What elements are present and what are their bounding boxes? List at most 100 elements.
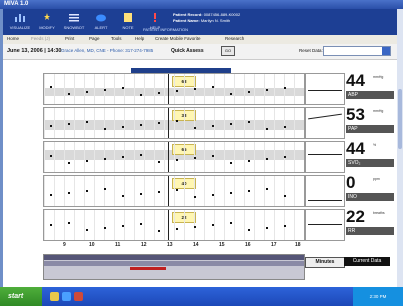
grid-line: [204, 176, 205, 206]
visualize-button[interactable]: VISUALIZE: [7, 11, 33, 33]
snowbot-button[interactable]: SNOWBOT: [61, 11, 87, 33]
go-button[interactable]: GO: [221, 46, 235, 56]
time-cursor[interactable]: [168, 176, 169, 206]
data-point: [194, 196, 196, 198]
data-point: [230, 222, 232, 224]
data-point: [284, 225, 286, 227]
grid-line: [184, 210, 185, 240]
grid-line: [64, 210, 65, 240]
scrollbar-thumb[interactable]: [398, 89, 402, 149]
research-button[interactable]: Research: [225, 36, 244, 42]
x-tick: 13: [167, 242, 173, 248]
modify-button[interactable]: MODIFY: [34, 11, 60, 33]
svo2-unit: %: [373, 143, 377, 147]
patient-name-label: Patient Name:: [173, 18, 200, 23]
grid-line: [84, 74, 85, 104]
data-point: [86, 229, 88, 231]
folder-icon[interactable]: [50, 292, 59, 301]
grid-line: [94, 176, 95, 206]
current-date: June 13, 2006 | 14:30: [7, 48, 62, 54]
system-tray-clock: 2:30 PM: [353, 287, 403, 306]
grid-line: [44, 74, 45, 104]
grid-line: [44, 176, 45, 206]
alert-button[interactable]: ALERT: [88, 11, 114, 33]
grid-line: [94, 142, 95, 172]
grid-line: [74, 210, 75, 240]
data-point: [230, 162, 232, 164]
grid-line: [144, 74, 145, 104]
grid-line: [44, 142, 45, 172]
grid-line: [254, 210, 255, 240]
data-point: [68, 123, 70, 125]
grid-line: [184, 108, 185, 138]
patient-record-label: Patient Record:: [173, 12, 203, 17]
data-point: [122, 225, 124, 227]
x-tick: 17: [271, 242, 277, 248]
svo2-track: 65: [43, 141, 305, 173]
x-tick: 16: [245, 242, 251, 248]
data-point: [284, 87, 286, 89]
grid-line: [274, 108, 275, 138]
grid-line: [224, 108, 225, 138]
data-point: [176, 228, 178, 230]
window-title: MIVA 1.0: [4, 1, 29, 7]
ino-track: 40: [43, 175, 305, 207]
data-point: [230, 192, 232, 194]
start-button[interactable]: start: [0, 287, 42, 306]
grid-line: [254, 142, 255, 172]
data-point: [176, 90, 178, 92]
patient-name-value: Marilyn N. Smith: [200, 18, 231, 23]
data-point: [122, 126, 124, 128]
grid-line: [294, 74, 295, 104]
page-button[interactable]: Page: [89, 36, 100, 42]
grid-line: [164, 142, 165, 172]
svo2-label: SVO₂: [346, 159, 394, 167]
grid-line: [144, 210, 145, 240]
grid-line: [234, 210, 235, 240]
tools-button[interactable]: Tools: [111, 36, 122, 42]
grid-line: [114, 176, 115, 206]
physician-contact[interactable]: Grace Allen, MD, CNE - Phone: 317-274-79…: [61, 48, 153, 53]
grid-line: [224, 142, 225, 172]
grid-line: [44, 210, 45, 240]
data-point: [194, 226, 196, 228]
vertical-scrollbar[interactable]: [397, 9, 403, 287]
grid-line: [234, 176, 235, 206]
data-point: [212, 86, 214, 88]
grid-line: [214, 176, 215, 206]
abp-sparkline: [305, 73, 345, 105]
data-point: [140, 124, 142, 126]
time-cursor[interactable]: [168, 74, 169, 104]
svo2-sparkline: [305, 141, 345, 173]
home-button[interactable]: Home: [7, 36, 19, 42]
data-point: [284, 195, 286, 197]
data-point: [104, 158, 106, 160]
abp-label: ABP: [346, 91, 394, 99]
grid-line: [274, 74, 275, 104]
minutes-button[interactable]: Minutes: [305, 257, 345, 268]
note-button[interactable]: NOTE: [115, 11, 141, 33]
grid-line: [74, 142, 75, 172]
feeds-button[interactable]: Feeds (J): [31, 36, 50, 42]
reset-data-select[interactable]: [323, 46, 391, 56]
grid-line: [214, 142, 215, 172]
grid-line: [274, 210, 275, 240]
grid-line: [294, 210, 295, 240]
browser-icon[interactable]: [62, 292, 71, 301]
selection-range[interactable]: [130, 267, 166, 270]
print-button[interactable]: Print: [65, 36, 74, 42]
grid-line: [224, 176, 225, 206]
create-mobile-favorite-button[interactable]: Create Mobile Favorite: [155, 36, 201, 42]
data-point: [140, 94, 142, 96]
event-timeline[interactable]: [43, 254, 305, 280]
grid-line: [234, 142, 235, 172]
time-cursor[interactable]: [168, 108, 169, 138]
help-menu-button[interactable]: Help: [135, 36, 144, 42]
current-data-button[interactable]: Current Data: [344, 257, 390, 266]
time-cursor[interactable]: [168, 210, 169, 240]
chart-icon: [15, 14, 25, 22]
grid-line: [254, 74, 255, 104]
grid-line: [54, 210, 55, 240]
time-cursor[interactable]: [168, 142, 169, 172]
app-icon[interactable]: [74, 292, 83, 301]
